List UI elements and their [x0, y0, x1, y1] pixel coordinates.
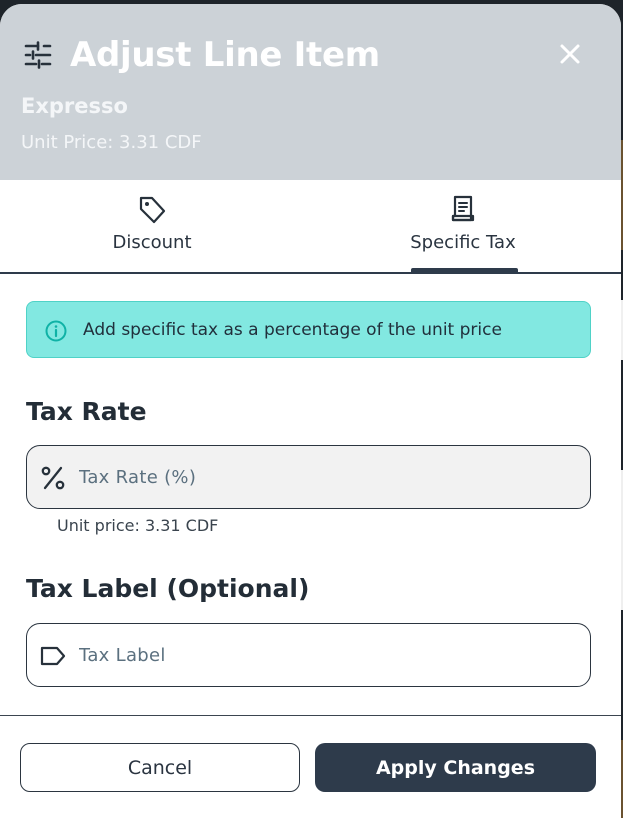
cancel-button[interactable]: Cancel — [20, 743, 300, 792]
active-tab-indicator — [411, 268, 518, 272]
tax-rate-input[interactable] — [79, 446, 579, 508]
apply-changes-button[interactable]: Apply Changes — [315, 743, 596, 792]
dialog-title: Adjust Line Item — [70, 35, 380, 75]
unit-price: Unit Price: 3.31 CDF — [21, 132, 202, 153]
info-text: Add specific tax as a percentage of the … — [83, 320, 502, 340]
receipt-icon — [451, 195, 475, 222]
dialog-header: Adjust Line Item Expresso Unit Price: 3.… — [0, 4, 621, 180]
info-banner: Add specific tax as a percentage of the … — [26, 301, 591, 358]
sliders-icon — [24, 41, 52, 69]
tab-discount-label: Discount — [112, 232, 192, 253]
tab-bar: Discount Specific Tax — [0, 180, 621, 274]
adjust-line-item-dialog: Adjust Line Item Expresso Unit Price: 3.… — [0, 4, 621, 818]
tax-label-input[interactable] — [79, 624, 579, 686]
tab-discount[interactable]: Discount — [2, 180, 302, 272]
tax-label-field[interactable] — [26, 623, 591, 687]
tax-label-label: Tax Label (Optional) — [26, 574, 310, 603]
tab-specific-tax[interactable]: Specific Tax — [313, 180, 613, 272]
close-icon[interactable] — [556, 40, 584, 68]
tax-rate-label: Tax Rate — [26, 397, 147, 426]
label-icon — [40, 646, 66, 666]
tag-icon — [139, 196, 166, 224]
tax-rate-hint: Unit price: 3.31 CDF — [57, 516, 219, 535]
info-icon — [45, 320, 67, 342]
percent-icon — [41, 466, 65, 490]
tab-specific-tax-label: Specific Tax — [410, 232, 516, 253]
footer-divider — [0, 715, 621, 716]
tax-rate-field[interactable] — [26, 445, 591, 509]
item-name: Expresso — [21, 94, 128, 118]
